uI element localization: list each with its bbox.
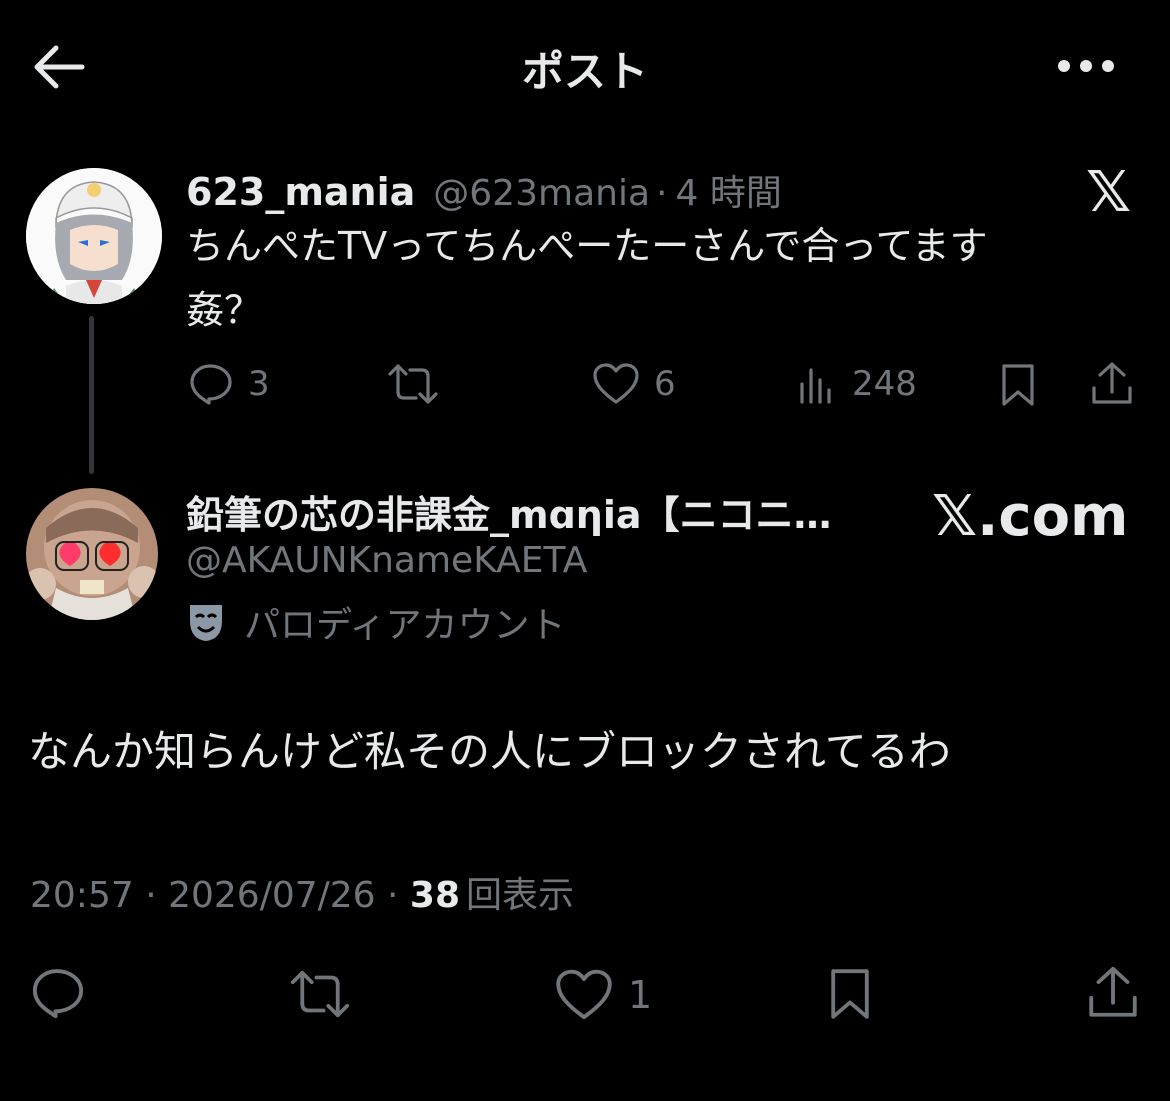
more-options-button[interactable]: [1056, 56, 1116, 76]
like-button[interactable]: 6: [592, 362, 676, 406]
author-name[interactable]: 鉛筆の芯の非課金_mɑηia【ニコニ…: [186, 484, 832, 539]
views-count: 248: [852, 364, 917, 404]
reply-icon: [32, 969, 84, 1019]
author-handle[interactable]: @AKAUNKnameKAETA: [186, 540, 587, 581]
reply-button[interactable]: [30, 966, 86, 1020]
reply-count: 3: [248, 364, 270, 404]
heart-icon: [556, 969, 612, 1020]
avatar[interactable]: [26, 168, 162, 304]
author-handle[interactable]: @623mania: [433, 173, 650, 214]
bookmark-button[interactable]: [826, 966, 874, 1022]
share-button[interactable]: [1084, 964, 1142, 1022]
parody-badge: パロディアカウント: [186, 596, 565, 648]
repost-button[interactable]: [386, 362, 440, 406]
bookmark-icon: [831, 969, 869, 1019]
page-title: ポスト: [521, 47, 648, 96]
views-button[interactable]: 248: [798, 362, 917, 406]
bookmark-button[interactable]: [998, 362, 1038, 408]
like-count: 1: [628, 973, 653, 1017]
separator: ·: [656, 173, 668, 214]
heart-icon: [593, 363, 639, 404]
bookmark-icon: [1002, 364, 1034, 406]
like-button[interactable]: 1: [554, 968, 652, 1022]
reply-button[interactable]: 3: [188, 362, 270, 406]
reply-text-line-2: 姦？: [186, 288, 263, 332]
post-timestamp: 20:57 · 2026/07/26 ·: [30, 875, 410, 916]
theater-mask-icon: [190, 605, 222, 641]
post-text: なんか知らんけど私その人にブロックされてるわ: [28, 727, 951, 776]
share-icon: [1092, 362, 1132, 404]
reply-text-line-1: ちんぺたTVってちんぺーたーさんで合ってます: [186, 224, 988, 268]
post-meta: 20:57 · 2026/07/26 · 38 回表示: [30, 866, 574, 918]
views-label: 回表示: [466, 875, 575, 916]
like-count: 6: [654, 364, 676, 404]
avatar[interactable]: [26, 488, 158, 620]
views-icon: [800, 368, 831, 404]
reply-header: 623_mania @623mania · 4 時間: [186, 164, 782, 216]
reply-icon: [190, 364, 232, 405]
repost-button[interactable]: [288, 968, 352, 1020]
more-horizontal-icon: [1058, 60, 1114, 72]
parody-label: パロディアカウント: [244, 605, 566, 646]
views-count[interactable]: 38: [410, 875, 460, 916]
post-time: 4 時間: [675, 173, 782, 214]
x-com-watermark: 𝕏.com: [932, 484, 1129, 549]
thread-line: [89, 316, 94, 474]
repost-icon: [388, 364, 438, 404]
author-name[interactable]: 623_mania: [186, 170, 415, 214]
repost-icon: [290, 970, 350, 1018]
share-icon: [1089, 966, 1137, 1017]
share-button[interactable]: [1088, 360, 1136, 408]
x-logo-watermark: 𝕏: [1086, 160, 1132, 225]
